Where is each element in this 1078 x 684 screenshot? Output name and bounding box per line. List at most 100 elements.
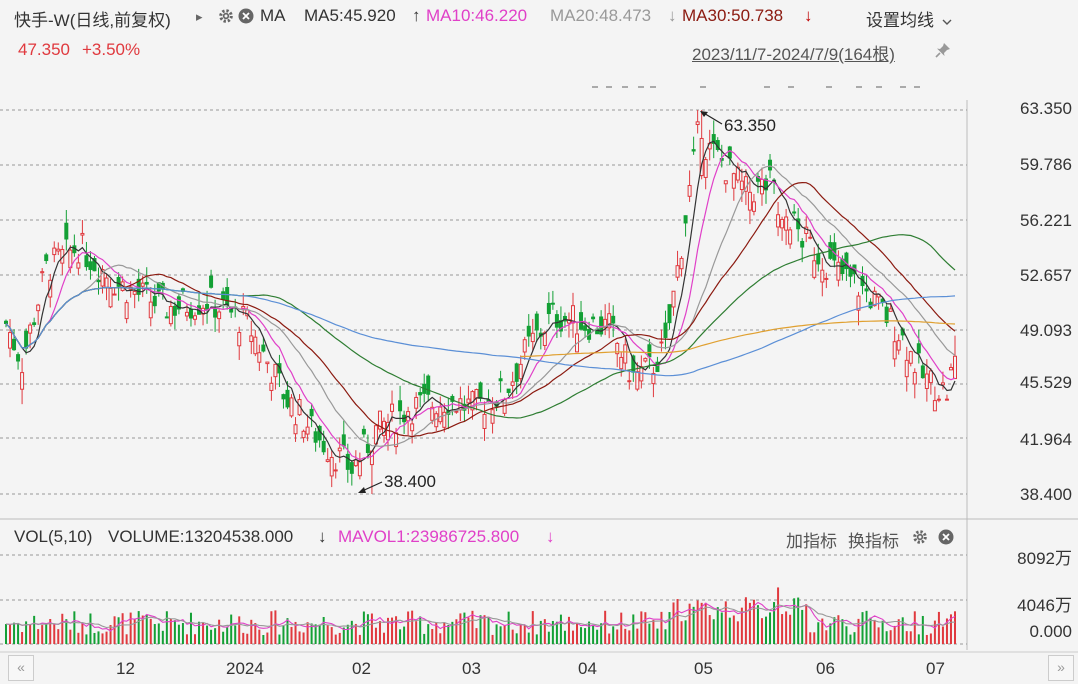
candle	[534, 313, 539, 331]
volume-bar	[117, 617, 120, 644]
candle	[892, 341, 897, 360]
gear-icon[interactable]	[912, 529, 928, 550]
volume-bar	[483, 615, 486, 644]
candle	[904, 359, 909, 378]
volume-bar	[849, 634, 852, 644]
volume-bar	[897, 619, 900, 644]
candle	[237, 332, 242, 347]
candle	[776, 214, 781, 228]
event-marker	[700, 86, 706, 88]
volume-bar	[137, 611, 140, 644]
candle	[474, 389, 479, 399]
candle	[88, 261, 93, 270]
candle	[731, 173, 736, 189]
volume-bar	[933, 620, 936, 644]
candle	[16, 354, 21, 362]
candle	[172, 305, 177, 316]
candle	[84, 255, 89, 268]
volume-bar	[507, 611, 510, 644]
candle	[695, 121, 700, 126]
candle	[667, 304, 672, 324]
volume-bar	[769, 612, 772, 644]
candle	[112, 293, 117, 296]
candle	[132, 290, 137, 295]
candle	[80, 232, 85, 236]
volume-bar	[612, 626, 615, 644]
candle	[498, 378, 503, 382]
volume-bar	[157, 623, 160, 644]
volume-bar	[109, 625, 112, 644]
volume-bar	[801, 609, 804, 644]
volume-bar	[495, 624, 498, 644]
candle	[583, 325, 588, 331]
volume-bar	[652, 619, 655, 644]
volume-bar	[374, 627, 377, 644]
volume-bar	[81, 623, 84, 644]
mavol-value: MAVOL1:23986725.800	[338, 527, 520, 546]
price-axis-label: 56.221	[1020, 211, 1072, 230]
volume-bar	[61, 613, 64, 644]
event-marker	[900, 86, 906, 88]
volume-bar	[648, 623, 651, 644]
candle	[916, 343, 921, 354]
close-icon[interactable]	[938, 529, 954, 550]
volume-bar	[274, 610, 277, 644]
volume-bar	[503, 625, 506, 644]
candle	[780, 218, 785, 229]
event-marker	[764, 86, 770, 88]
volume-bar	[571, 630, 574, 644]
volume-bar	[423, 633, 426, 644]
ma10-line	[5, 149, 956, 461]
candle	[659, 341, 664, 344]
volume-bar	[499, 626, 502, 644]
volume-arrow-icon: ↓	[318, 527, 327, 546]
volume-bar	[604, 610, 607, 644]
candlestick-chart[interactable]	[0, 0, 1078, 684]
candle	[209, 275, 214, 288]
volume-bar	[954, 611, 956, 644]
volume-bar	[813, 632, 816, 644]
volume-bar	[270, 611, 273, 644]
candle	[703, 159, 708, 178]
candle	[723, 180, 728, 185]
volume-bar	[861, 612, 864, 644]
volume-bar	[712, 619, 715, 644]
volume-axis-label: 0.000	[1029, 622, 1072, 641]
volume-bar	[113, 616, 116, 644]
add-indicator-button[interactable]: 加指标	[786, 527, 837, 552]
volume-bar	[173, 620, 176, 644]
candle	[108, 287, 113, 308]
candle	[792, 211, 797, 214]
volume-bar	[250, 619, 253, 644]
candle	[12, 338, 17, 351]
volume-bar	[640, 611, 643, 644]
volume-bar	[491, 634, 494, 644]
scroll-right-button[interactable]: »	[1048, 655, 1074, 681]
candle	[333, 469, 338, 472]
volume-bar	[535, 634, 538, 644]
price-axis-label: 38.400	[1020, 485, 1072, 504]
candle	[32, 322, 37, 326]
candle	[627, 380, 632, 383]
volume-bar	[744, 597, 747, 644]
candle	[184, 311, 189, 317]
volume-bar	[210, 629, 213, 644]
volume-bar	[817, 622, 820, 644]
volume-bar	[33, 615, 36, 644]
event-marker	[856, 86, 862, 88]
volume-bar	[479, 615, 482, 644]
candle	[96, 279, 101, 283]
volume-bar	[378, 621, 381, 644]
volume-bar	[230, 614, 233, 644]
candle	[8, 332, 13, 349]
switch-indicator-button[interactable]: 换指标	[848, 527, 899, 552]
candle	[768, 159, 773, 171]
volume-bar	[559, 614, 562, 644]
volume-bar	[893, 625, 896, 644]
scroll-left-button[interactable]: «	[8, 655, 34, 681]
volume-bar	[165, 611, 168, 644]
candle	[273, 363, 278, 378]
candle	[647, 344, 652, 358]
candle	[20, 372, 25, 390]
vol-title[interactable]: VOL(5,10)	[14, 527, 92, 547]
